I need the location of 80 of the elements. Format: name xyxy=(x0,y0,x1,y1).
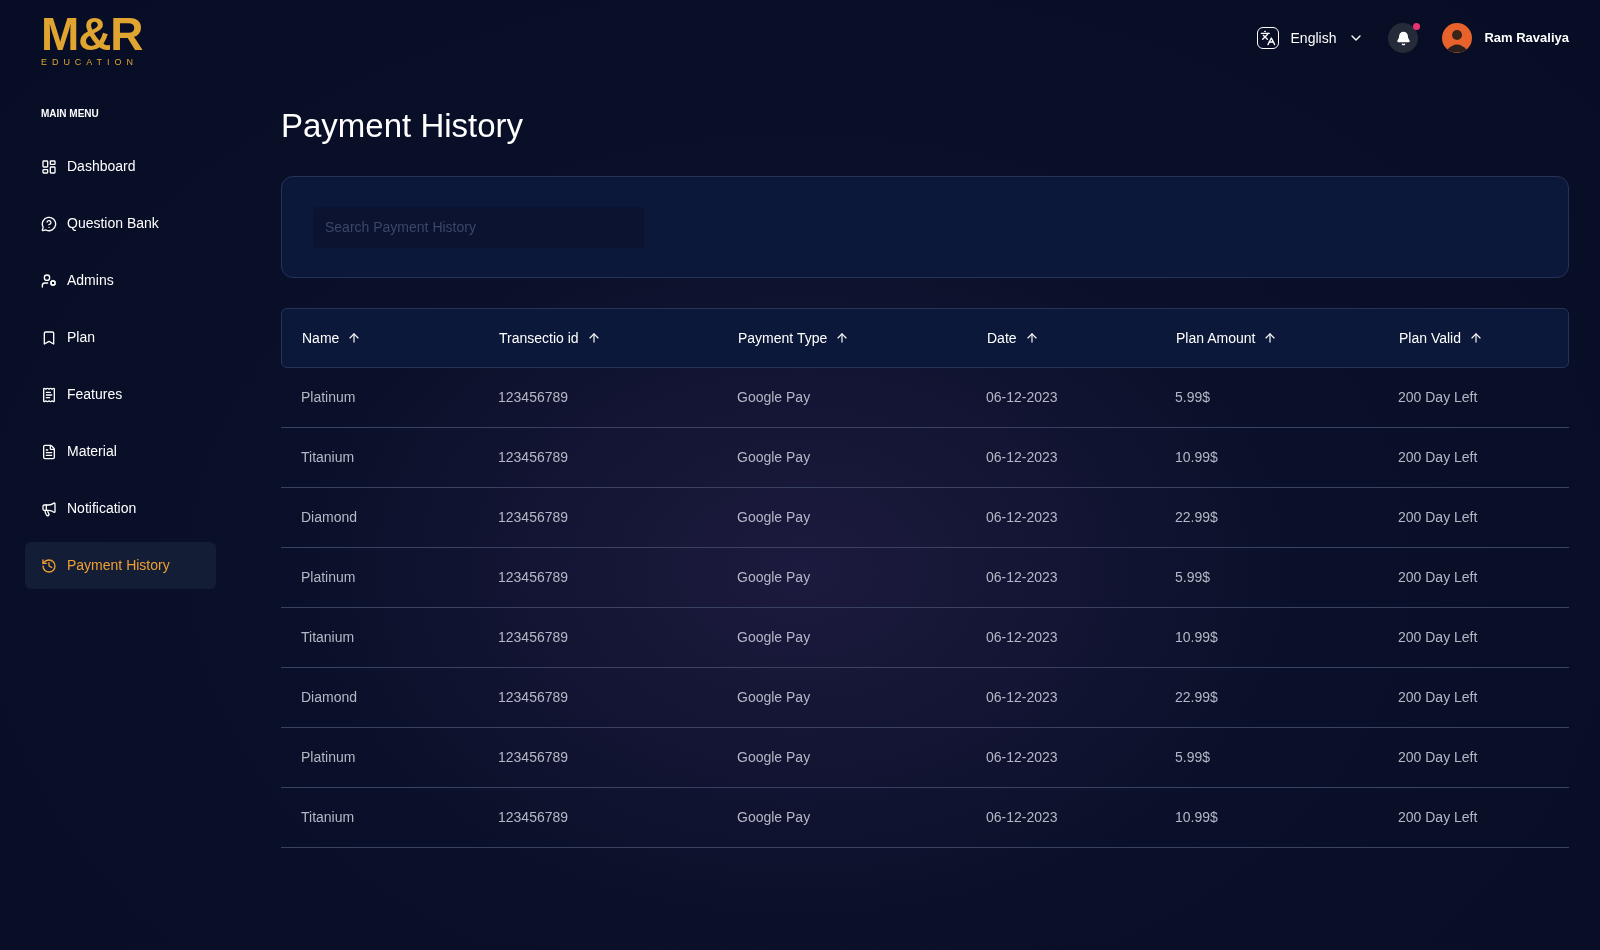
menu-heading: MAIN MENU xyxy=(41,107,100,121)
table-cell-text: Google Pay xyxy=(737,568,812,587)
dashboard-icon xyxy=(41,158,57,175)
document-icon xyxy=(41,443,57,460)
logo-mark: M&R xyxy=(41,12,143,56)
table-cell-text: Google Pay xyxy=(737,628,812,647)
table-cell-text: Platinum xyxy=(301,748,357,767)
column-header[interactable]: Payment Type xyxy=(738,327,850,349)
table-cell-text: 06-12-2023 xyxy=(986,628,1059,647)
table-cell-text: 06-12-2023 xyxy=(986,748,1059,767)
table-cell-text: 123456789 xyxy=(498,688,570,707)
table-cell-text: 123456789 xyxy=(498,448,570,467)
table-cell-text: 10.99$ xyxy=(1175,448,1219,467)
sidebar-item[interactable]: Question Bank xyxy=(25,200,216,247)
table-cell-text: 123456789 xyxy=(498,568,570,587)
table-cell-text: Google Pay xyxy=(737,688,812,707)
sidebar-item[interactable]: Material xyxy=(25,428,216,475)
table-cell-text: 123456789 xyxy=(498,508,570,527)
sidebar-item[interactable]: Payment History xyxy=(25,542,216,589)
language-selector[interactable]: English xyxy=(1256,27,1365,49)
table-cell-text: 06-12-2023 xyxy=(986,568,1059,587)
table-cell-text: 5.99$ xyxy=(1175,568,1212,587)
column-header[interactable]: Plan Valid xyxy=(1399,327,1483,349)
history-icon xyxy=(41,557,57,574)
column-header[interactable]: Transectio id xyxy=(499,327,601,349)
megaphone-icon xyxy=(41,500,57,517)
table-cell-text: 200 Day Left xyxy=(1398,448,1479,467)
translate-icon xyxy=(1256,27,1279,49)
table-cell-text: Diamond xyxy=(301,688,359,707)
table-cell-text: 06-12-2023 xyxy=(986,508,1059,527)
receipt-icon xyxy=(41,386,57,403)
sidebar-item[interactable]: Features xyxy=(25,371,216,418)
table-cell-text: 10.99$ xyxy=(1175,628,1219,647)
table-cell-text: Google Pay xyxy=(737,448,812,467)
sidebar-item[interactable]: Plan xyxy=(25,314,216,361)
table-cell-text: Google Pay xyxy=(737,388,812,407)
logo-subtitle: EDUCATION xyxy=(41,56,139,68)
table-cell-text: 200 Day Left xyxy=(1398,568,1479,587)
bell-icon xyxy=(1395,30,1411,46)
sidebar-item[interactable]: Dashboard xyxy=(25,143,216,190)
table-cell-text: 123456789 xyxy=(498,628,570,647)
sidebar-item[interactable]: Notification xyxy=(25,485,216,532)
table-cell-text: Titanium xyxy=(301,448,356,467)
table-cell-text: 5.99$ xyxy=(1175,388,1212,407)
table-cell-text: Titanium xyxy=(301,628,356,647)
table-cell-text: 10.99$ xyxy=(1175,808,1219,827)
column-header[interactable]: Plan Amount xyxy=(1176,327,1278,349)
user-gear-icon xyxy=(41,272,57,289)
page-title: Payment History xyxy=(281,106,525,146)
column-header[interactable]: Name xyxy=(302,327,362,349)
table-cell-text: 123456789 xyxy=(498,388,570,407)
table-cell-text: Diamond xyxy=(301,508,359,527)
table-cell-text: Platinum xyxy=(301,568,357,587)
notification-button[interactable] xyxy=(1388,23,1419,53)
table-cell-text: 200 Day Left xyxy=(1398,808,1479,827)
table-cell-text: Platinum xyxy=(301,388,357,407)
table-cell-text: 200 Day Left xyxy=(1398,388,1479,407)
table-cell-text: 200 Day Left xyxy=(1398,508,1479,527)
table-cell-text: Google Pay xyxy=(737,748,812,767)
table-cell-text: 22.99$ xyxy=(1175,688,1219,707)
chat-question-icon xyxy=(41,215,57,232)
table-cell-text: 06-12-2023 xyxy=(986,688,1059,707)
table-cell-text: 22.99$ xyxy=(1175,508,1219,527)
user-name: Ram Ravaliya xyxy=(1484,29,1569,48)
table-cell-text: Google Pay xyxy=(737,508,812,527)
table-cell-text: Titanium xyxy=(301,808,356,827)
table-cell-text: 06-12-2023 xyxy=(986,388,1059,407)
sidebar-item[interactable]: Admins xyxy=(25,257,216,304)
table-cell-text: Google Pay xyxy=(737,808,812,827)
avatar xyxy=(1442,23,1473,53)
bookmark-icon xyxy=(41,329,57,346)
table-cell-text: 123456789 xyxy=(498,748,570,767)
table-cell-text: 200 Day Left xyxy=(1398,748,1479,767)
table-cell-text: 200 Day Left xyxy=(1398,628,1479,647)
table-cell-text: 06-12-2023 xyxy=(986,808,1059,827)
table-cell-text: 200 Day Left xyxy=(1398,688,1479,707)
table-cell-text: 06-12-2023 xyxy=(986,448,1059,467)
column-header[interactable]: Date xyxy=(987,327,1039,349)
table-cell-text: 5.99$ xyxy=(1175,748,1212,767)
table-cell-text: 123456789 xyxy=(498,808,570,827)
